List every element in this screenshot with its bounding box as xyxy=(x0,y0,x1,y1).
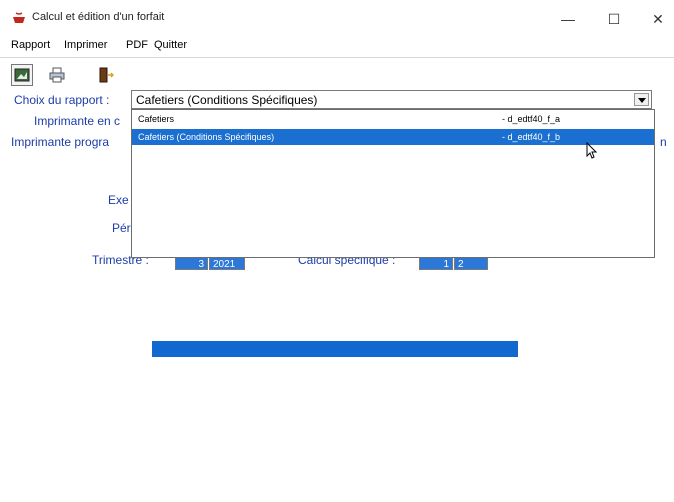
chevron-down-icon xyxy=(638,98,646,103)
trimestre-field[interactable]: 3 xyxy=(175,257,208,270)
mouse-cursor-icon xyxy=(586,142,598,159)
dropdown-option-cafetiers-conditions[interactable]: Cafetiers (Conditions Spécifiques) - d_e… xyxy=(132,129,654,145)
maximize-icon: ☐ xyxy=(607,10,621,27)
report-select-dropdown-button[interactable] xyxy=(634,93,649,106)
toolbar-exit-button[interactable] xyxy=(95,64,117,86)
window-title: Calcul et édition d'un forfait xyxy=(32,11,165,23)
menu-separator xyxy=(0,57,674,58)
report-dropdown-list: Cafetiers - d_edtf40_f_a Cafetiers (Cond… xyxy=(131,109,655,258)
progress-bar xyxy=(152,341,518,357)
title-bar: Calcul et édition d'un forfait — ☐ ✕ xyxy=(0,0,674,34)
trimestre-value: 3 xyxy=(198,259,204,270)
close-button[interactable]: ✕ xyxy=(638,6,674,32)
dropdown-option-cafetiers[interactable]: Cafetiers - d_edtf40_f_a xyxy=(132,111,654,127)
close-icon: ✕ xyxy=(652,10,664,27)
menu-imprimer[interactable]: Imprimer xyxy=(64,39,107,51)
report-select-value: Cafetiers (Conditions Spécifiques) xyxy=(136,93,318,107)
periode-label: Pér xyxy=(112,221,131,235)
menu-pdf[interactable]: PDF xyxy=(126,39,148,51)
calcul-option-1-label: 1 xyxy=(443,259,449,270)
annee-field[interactable]: 2021 xyxy=(209,257,245,270)
imprimante-programmee-label: Imprimante progra xyxy=(11,135,110,149)
toolbar-report-button[interactable] xyxy=(11,64,33,86)
image-report-icon xyxy=(14,68,30,82)
right-label-fragment: n xyxy=(660,135,667,149)
minimize-icon: — xyxy=(561,11,575,27)
option-code: - d_edtf40_f_b xyxy=(502,132,561,142)
option-label: Cafetiers xyxy=(138,114,175,124)
exercice-label: Exe xyxy=(108,193,129,207)
calcul-option-2[interactable]: 2 xyxy=(454,257,488,270)
printer-icon xyxy=(49,67,65,83)
app-icon xyxy=(13,12,25,23)
report-select[interactable]: Cafetiers (Conditions Spécifiques) xyxy=(131,90,652,109)
toolbar-print-button[interactable] xyxy=(46,64,68,86)
minimize-button[interactable]: — xyxy=(548,6,588,32)
maximize-button[interactable]: ☐ xyxy=(594,6,634,32)
imprimante-en-cours-label: Imprimante en c xyxy=(34,114,121,128)
exit-door-icon xyxy=(99,67,114,83)
choix-rapport-label: Choix du rapport : xyxy=(14,93,110,107)
option-label: Cafetiers (Conditions Spécifiques) xyxy=(138,132,275,142)
menu-bar: Rapport Imprimer PDF Quitter xyxy=(0,38,674,56)
calcul-option-1[interactable]: 1 xyxy=(419,257,453,270)
annee-value: 2021 xyxy=(213,259,236,270)
calcul-option-2-label: 2 xyxy=(458,259,464,270)
menu-quitter[interactable]: Quitter xyxy=(154,39,187,51)
option-code: - d_edtf40_f_a xyxy=(502,114,561,124)
menu-rapport[interactable]: Rapport xyxy=(11,39,50,51)
